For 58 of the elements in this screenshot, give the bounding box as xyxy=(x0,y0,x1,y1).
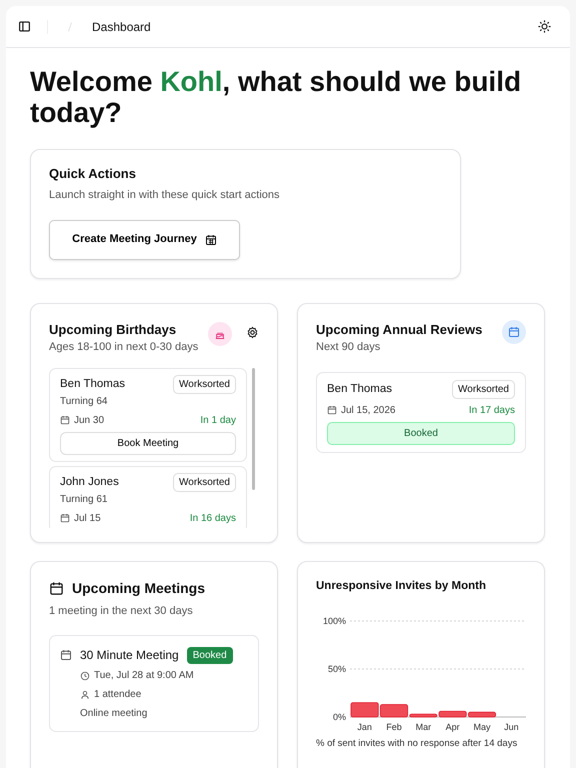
date-text: Jul 15, 2026 xyxy=(341,404,396,418)
person-name: Ben Thomas xyxy=(60,376,125,392)
chart-bar xyxy=(350,702,379,718)
age-text: Turning 61 xyxy=(60,492,108,507)
axis-label: Jun xyxy=(504,722,519,732)
date-text: Jul 15 xyxy=(74,512,101,526)
theme-toggle-icon[interactable] xyxy=(537,19,552,34)
card-title: Upcoming Meetings xyxy=(72,578,206,598)
calendar-icon xyxy=(60,649,72,662)
book-meeting-button[interactable]: Book Meeting xyxy=(60,432,236,455)
create-meeting-journey-button[interactable]: Create Meeting Journey xyxy=(49,220,240,260)
company-tag: Worksorted xyxy=(452,380,515,399)
company-tag: Worksorted xyxy=(173,374,236,394)
calendar-icon xyxy=(327,405,337,416)
booked-status: Booked xyxy=(327,422,515,445)
cake-icon xyxy=(208,322,232,346)
calendar-icon xyxy=(49,580,64,596)
breadcrumb-item[interactable]: Dashboard xyxy=(92,18,151,36)
booked-badge: Booked xyxy=(186,646,233,664)
age-text: Turning 64 xyxy=(60,394,108,409)
settings-icon[interactable] xyxy=(246,326,259,339)
welcome-heading: Welcome Kohl, what should we build today? xyxy=(30,66,522,129)
meeting-location: Online meeting xyxy=(80,707,148,722)
card-title: Unresponsive Invites by Month xyxy=(316,578,487,594)
card-subtitle: Ages 18-100 in next 0-30 days xyxy=(49,340,200,356)
person-name: John Jones xyxy=(60,474,119,490)
clock-icon xyxy=(80,670,90,681)
calendar-icon xyxy=(60,415,70,426)
calendar-icon xyxy=(60,513,70,524)
axis-label: Jan xyxy=(357,722,372,732)
card-title: Quick Actions xyxy=(49,164,137,183)
axis-label: 50% xyxy=(328,664,346,674)
axis-label: 0% xyxy=(332,712,346,722)
person-name: Ben Thomas xyxy=(327,382,392,397)
meeting-time: Tue, Jul 28 at 9:00 AM xyxy=(94,669,194,684)
axis-label: Feb xyxy=(386,722,402,732)
calendar-icon xyxy=(204,234,217,246)
card-subtitle: Next 90 days xyxy=(316,340,382,356)
card-title: Upcoming Annual Reviews xyxy=(316,320,484,339)
axis-label: Mar xyxy=(416,722,432,732)
calendar-icon xyxy=(502,320,526,344)
chart-caption: % of sent invites with no response after 14 days xyxy=(316,736,518,751)
attendee-count: 1 attendee xyxy=(94,688,142,702)
axis-label: Apr xyxy=(446,722,460,732)
meeting-title: 30 Minute Meeting xyxy=(80,647,179,664)
card-title: Upcoming Birthdays xyxy=(49,320,178,339)
person-icon xyxy=(80,690,90,700)
card-subtitle: Launch straight in with these quick start actions xyxy=(49,188,281,204)
due-text: In 1 day xyxy=(200,414,236,428)
due-text: In 17 days xyxy=(468,404,515,418)
sidebar-toggle-icon[interactable] xyxy=(18,20,31,33)
scrollbar[interactable] xyxy=(252,368,255,490)
due-text: In 16 days xyxy=(190,512,236,526)
date-text: Jun 30 xyxy=(74,414,104,428)
axis-label: May xyxy=(474,722,490,732)
card-subtitle: 1 meeting in the next 30 days xyxy=(49,604,194,619)
company-tag: Worksorted xyxy=(173,472,236,492)
axis-label: 100% xyxy=(322,616,346,626)
